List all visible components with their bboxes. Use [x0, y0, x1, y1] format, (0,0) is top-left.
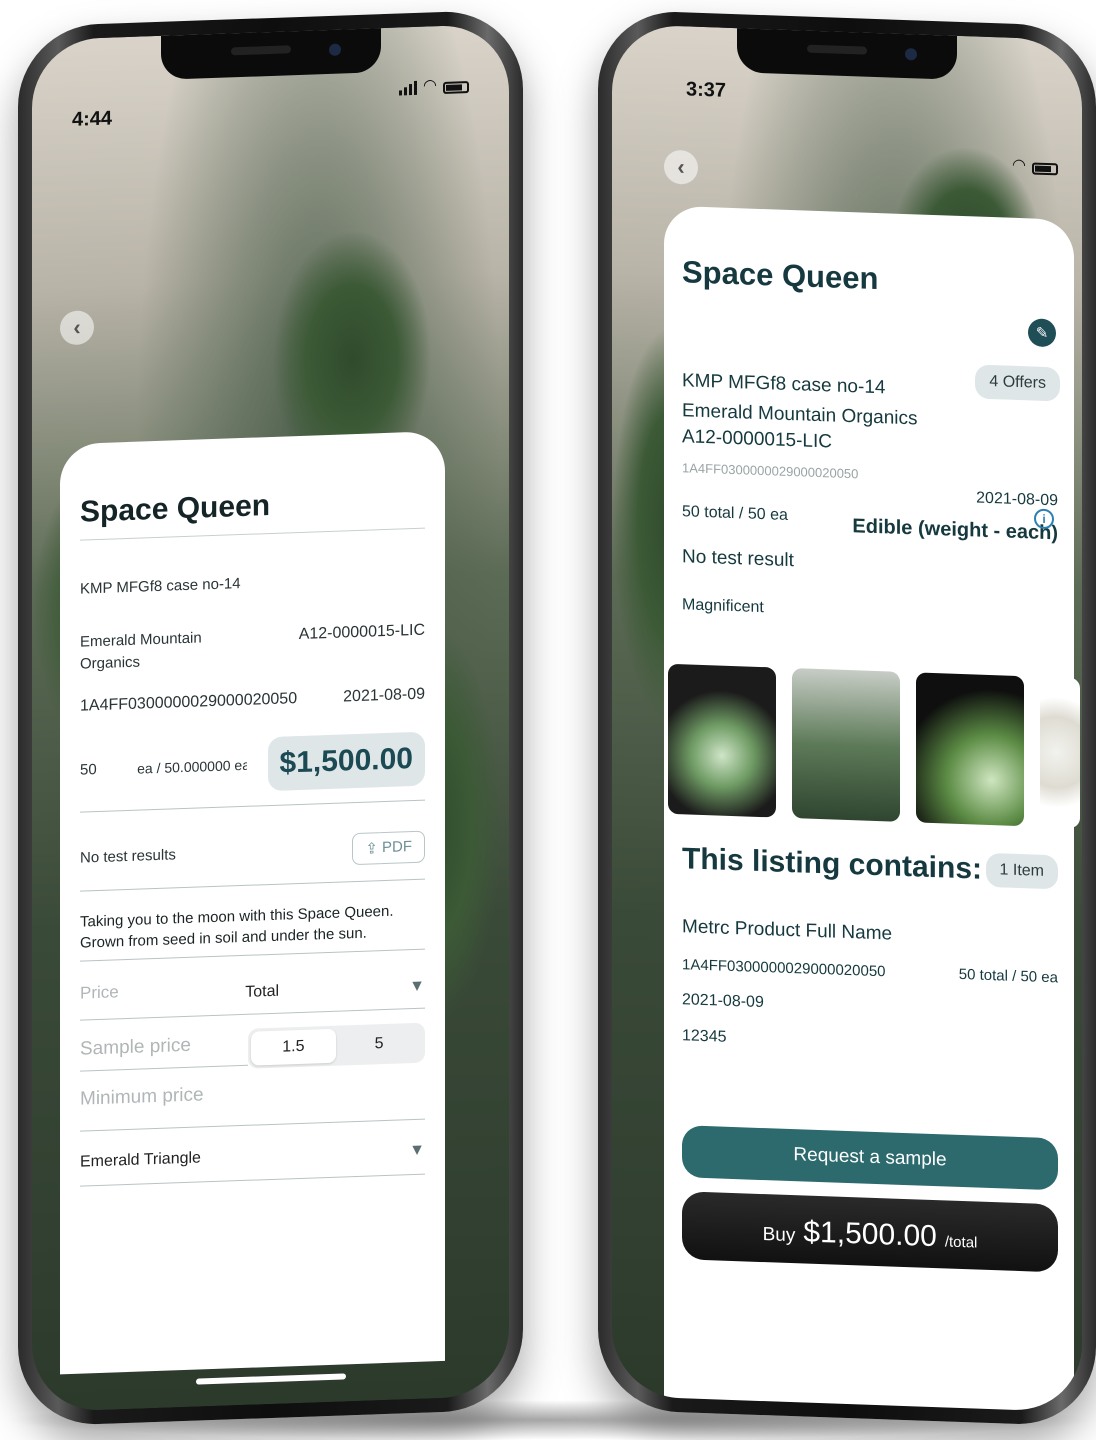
signal-icon — [399, 80, 418, 96]
item-date: 2021-08-09 — [682, 991, 764, 1012]
buy-label: Buy — [762, 1224, 796, 1247]
category: Edible (weight - each) — [852, 515, 1058, 545]
home-indicator — [195, 1373, 346, 1385]
listing-card: Space Queen ✎ 4 Offers i KMP MFGf8 case … — [664, 205, 1080, 1413]
product-line: KMP MFGf8 case no-14 — [80, 575, 241, 598]
battery-icon — [1032, 162, 1058, 176]
offers-badge[interactable]: 4 Offers — [975, 364, 1060, 402]
test-result: No test result — [682, 546, 794, 572]
screen-left: 4:44 ◠ ‹ Space Queen KMP MFGf8 case no-1… — [32, 23, 509, 1413]
status-icons: ◠ — [1012, 156, 1058, 176]
screen-right: 3:37 ◠ ‹ Space Queen ✎ 4 Offers i KMP MF… — [612, 23, 1082, 1413]
package-id: 1A4FF0300000029000020050 — [80, 689, 298, 715]
gallery-image[interactable] — [1040, 676, 1080, 829]
gallery-image[interactable] — [916, 672, 1024, 827]
camera — [328, 43, 341, 56]
status-time: 4:44 — [72, 107, 113, 131]
speaker — [807, 44, 867, 55]
edit-button[interactable]: ✎ — [1028, 318, 1056, 348]
item-code: 12345 — [682, 1027, 727, 1046]
buy-button[interactable]: Buy $1,500.00 /total — [682, 1191, 1058, 1273]
pdf-label: PDF — [382, 838, 412, 857]
wifi-icon: ◠ — [1012, 156, 1026, 175]
quantity: 50 — [80, 761, 97, 779]
buy-amount: $1,500.00 — [803, 1215, 937, 1254]
speaker — [230, 45, 291, 56]
chevron-left-icon: ‹ — [677, 154, 685, 180]
listing-card: Space Queen KMP MFGf8 case no-14 Emerald… — [60, 430, 445, 1375]
wifi-icon: ◠ — [423, 77, 437, 95]
battery-icon — [443, 81, 469, 94]
listing-title: Space Queen — [682, 254, 879, 297]
item-package-id: 1A4FF0300000029000020050 — [682, 956, 886, 981]
listing-title: Space Queen — [80, 483, 425, 541]
test-results: No test results — [80, 846, 176, 867]
sample-price-field[interactable]: Sample price — [80, 1032, 248, 1072]
pdf-button[interactable]: ⇪ PDF — [352, 830, 425, 865]
minimum-price-field[interactable]: Minimum price — [80, 1076, 425, 1132]
item-name: Metrc Product Full Name — [682, 916, 893, 945]
items-badge: 1 Item — [985, 852, 1058, 890]
price-badge: $1,500.00 — [267, 731, 425, 791]
phone-right: 3:37 ◠ ‹ Space Queen ✎ 4 Offers i KMP MF… — [598, 9, 1096, 1427]
item-totals: 50 total / 50 ea — [958, 965, 1058, 987]
price-type-value: Total — [245, 982, 280, 1001]
totals: 50 total / 50 ea — [682, 503, 788, 524]
back-button[interactable]: ‹ — [60, 310, 94, 346]
triangle-down-icon: ▼ — [409, 977, 425, 996]
gallery-image[interactable] — [792, 668, 900, 822]
company-name: Emerald Mountain Organics — [80, 629, 202, 673]
status-icons: ◠ — [399, 77, 469, 96]
status-time: 3:37 — [686, 78, 727, 102]
unit-line: ea / 50.000000 ea — [137, 756, 248, 777]
package-date: 2021-08-09 — [976, 489, 1058, 510]
price-type-select[interactable]: Total ▼ — [245, 977, 425, 1015]
price-field[interactable]: Price — [80, 977, 246, 1021]
image-gallery[interactable] — [668, 663, 1080, 829]
request-sample-button[interactable]: Request a sample — [682, 1125, 1058, 1191]
camera — [905, 48, 917, 61]
tagline: Magnificent — [682, 596, 764, 617]
triangle-down-icon: ▼ — [409, 1141, 425, 1160]
sample-price-segmented[interactable]: 1.5 5 — [247, 1022, 425, 1069]
chevron-left-icon: ‹ — [73, 314, 81, 340]
gallery-image[interactable] — [668, 663, 776, 818]
license-number: A12-0000015-LIC — [298, 621, 425, 644]
info-icon[interactable]: i — [1034, 508, 1054, 530]
notch — [737, 28, 957, 80]
phone-left: 4:44 ◠ ‹ Space Queen KMP MFGf8 case no-1… — [18, 9, 523, 1427]
listing-contents-title: This listing contains: — [682, 842, 983, 886]
buy-suffix: /total — [944, 1233, 978, 1252]
cloud-upload-icon: ⇪ — [365, 839, 378, 858]
region-select[interactable]: Emerald Triangle ▼ — [80, 1141, 425, 1187]
pencil-icon: ✎ — [1035, 324, 1049, 343]
sample-option[interactable]: 1.5 — [250, 1028, 337, 1066]
notch — [160, 28, 381, 80]
package-date: 2021-08-09 — [343, 685, 425, 705]
description: Taking you to the moon with this Space Q… — [80, 899, 425, 962]
back-button[interactable]: ‹ — [664, 149, 698, 185]
region-value: Emerald Triangle — [80, 1149, 201, 1171]
sample-option[interactable]: 5 — [336, 1026, 422, 1063]
